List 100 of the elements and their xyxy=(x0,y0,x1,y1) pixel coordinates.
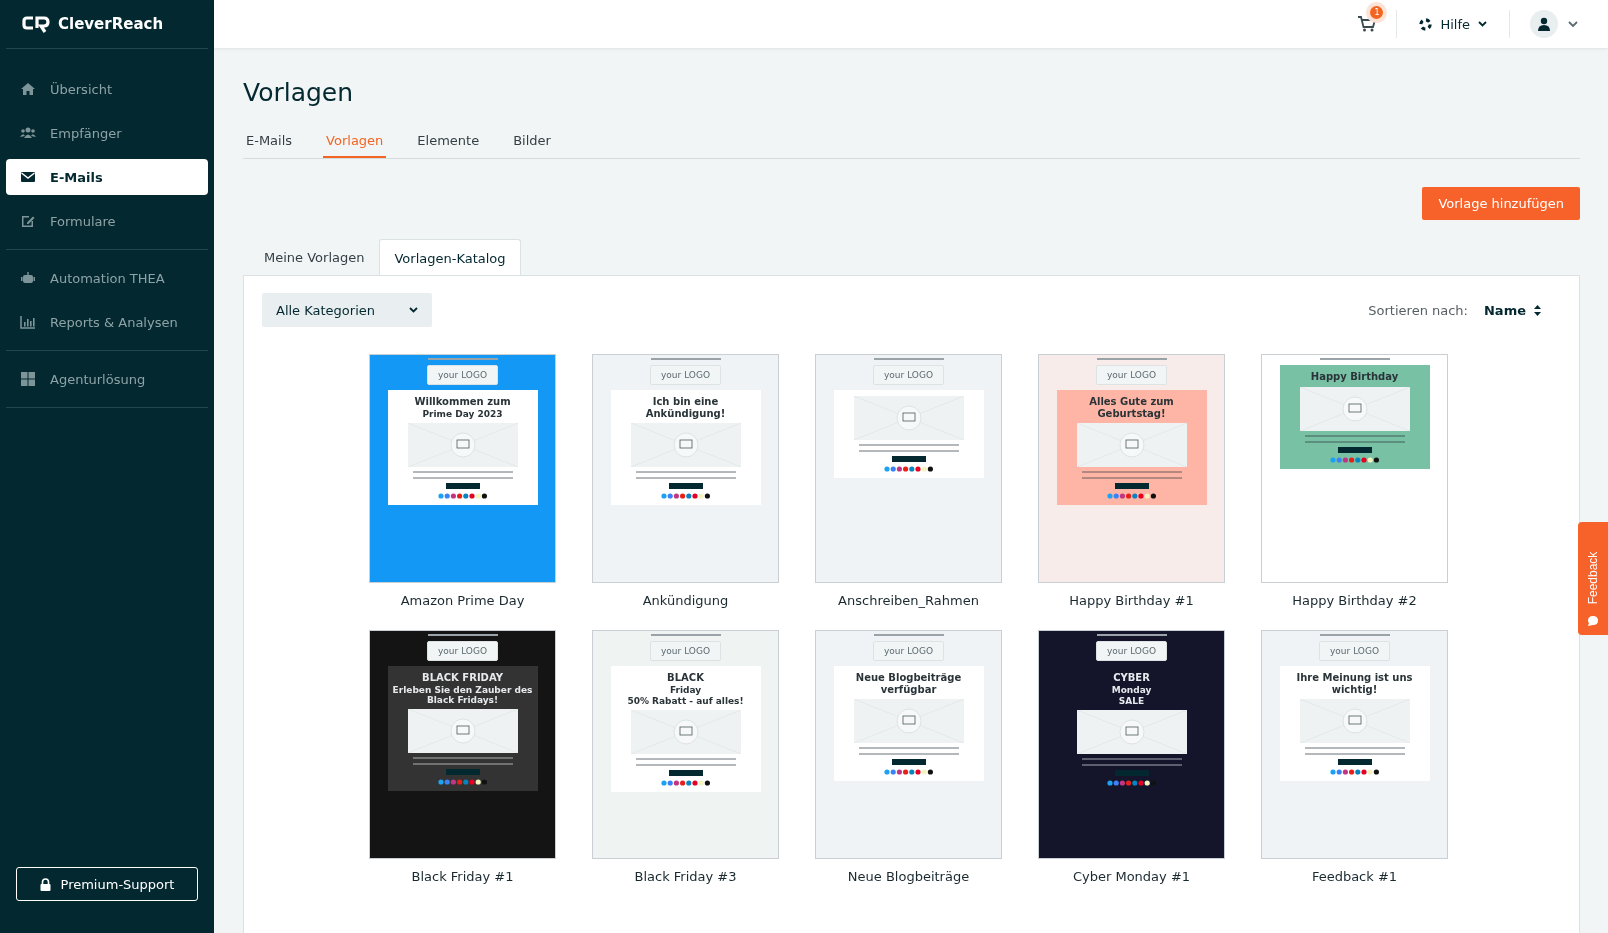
cta-placeholder xyxy=(891,456,926,462)
sidebar-item[interactable]: Empfänger xyxy=(6,115,208,151)
email-heading: SALE xyxy=(1118,695,1145,707)
chevron-down-icon xyxy=(1478,21,1487,27)
sidebar-item[interactable]: Übersicht xyxy=(6,71,208,107)
sort-icon xyxy=(1534,304,1541,316)
social-icons-drawing xyxy=(1329,456,1380,463)
notice-line xyxy=(873,358,944,360)
social-icons-drawing xyxy=(437,492,488,499)
email-heading: BLACK FRIDAY xyxy=(422,672,503,684)
social-icons-drawing xyxy=(1329,769,1380,775)
template-name: Anschreiben_Rahmen xyxy=(838,593,979,608)
email-heading: Monday xyxy=(1111,684,1152,695)
premium-support-button[interactable]: Premium-Support xyxy=(16,867,198,901)
tab[interactable]: Bilder xyxy=(510,133,554,158)
logo-placeholder: your LOGO xyxy=(1096,641,1167,661)
sidebar-item[interactable]: E-Mails xyxy=(6,159,208,195)
logo-placeholder: your LOGO xyxy=(427,365,498,385)
logo-placeholder: your LOGO xyxy=(650,365,721,385)
template-name: Black Friday #3 xyxy=(634,869,737,884)
cta-placeholder xyxy=(445,769,480,776)
notice-line xyxy=(1096,358,1167,360)
notice-line xyxy=(1319,634,1390,636)
email-heading: Friday xyxy=(669,684,702,695)
logo-placeholder: your LOGO xyxy=(650,641,721,661)
logo-placeholder: your LOGO xyxy=(873,365,944,385)
logo-placeholder: your LOGO xyxy=(427,641,498,661)
social-icons-drawing xyxy=(1106,780,1157,787)
notice-line xyxy=(650,358,721,360)
social-icons-drawing xyxy=(883,466,934,472)
logo-icon xyxy=(22,14,50,34)
tab[interactable]: Elemente xyxy=(414,133,483,158)
template-card[interactable]: your LOGO BLACK Friday 50% Rabatt - auf alles! Black Friday #3 xyxy=(592,630,779,884)
lock-icon xyxy=(39,877,51,891)
social-icons-drawing xyxy=(660,780,711,787)
logo-placeholder: your LOGO xyxy=(873,641,944,661)
notice-line xyxy=(1096,634,1167,636)
tab[interactable]: Meine Vorlagen xyxy=(249,239,380,275)
social-icons-drawing xyxy=(660,493,711,499)
template-name: Ankündigung xyxy=(642,593,729,608)
cta-placeholder xyxy=(668,483,703,489)
cta-placeholder xyxy=(1337,446,1372,453)
brand-name: CleverReach xyxy=(58,15,164,33)
sort-dropdown[interactable]: Name xyxy=(1478,301,1547,319)
home-icon xyxy=(20,81,36,97)
notice-line xyxy=(1319,358,1390,360)
template-name: Happy Birthday #2 xyxy=(1292,593,1417,608)
template-card[interactable]: your LOGO BLACK FRIDAY Erleben Sie den Zauber des Black Fridays! Black Friday #1 xyxy=(369,630,556,884)
logo-placeholder: your LOGO xyxy=(1319,641,1390,661)
users-icon xyxy=(20,125,36,141)
template-card[interactable]: your LOGO Ich bin eine Ankündigung! Ankündigung xyxy=(592,354,779,608)
sidebar-item[interactable]: Reports & Analysen xyxy=(6,304,208,340)
cart-icon[interactable] xyxy=(1358,16,1377,32)
cta-placeholder xyxy=(1114,483,1149,489)
email-heading: Willkommen zum xyxy=(414,396,511,408)
logo-placeholder: your LOGO xyxy=(1096,365,1167,385)
envelope-icon xyxy=(20,169,36,185)
template-card[interactable]: your LOGO Alles Gute zum Geburtstag! Happy Birthday #1 xyxy=(1038,354,1225,608)
social-icons-drawing xyxy=(883,769,934,775)
social-icons-drawing xyxy=(437,779,488,786)
social-icons-drawing xyxy=(1106,493,1157,499)
help-menu[interactable]: Hilfe xyxy=(1397,10,1510,38)
notice-line xyxy=(427,634,498,636)
template-name: Neue Blogbeiträge xyxy=(847,869,970,884)
sidebar-item[interactable]: Automation THEA xyxy=(6,260,208,296)
notice-line xyxy=(650,634,721,636)
page-title: Vorlagen xyxy=(243,78,355,107)
notice-line xyxy=(427,358,498,360)
template-card[interactable]: your LOGO Neue Blogbeiträge verfügbar Neue Blogbeiträge xyxy=(815,630,1002,884)
tab[interactable]: E-Mails xyxy=(243,133,296,158)
template-card[interactable]: your LOGO Ihre Meinung ist uns wichtig! Feedback #1 xyxy=(1261,630,1448,884)
cta-placeholder xyxy=(1337,759,1372,765)
template-name: Happy Birthday #1 xyxy=(1069,593,1194,608)
email-heading: BLACK xyxy=(667,672,704,684)
template-card[interactable]: Happy Birthday Happy Birthday #2 xyxy=(1261,354,1448,608)
cart-count-badge: 1 xyxy=(1370,6,1384,19)
email-heading: 50% Rabatt - auf alles! xyxy=(627,695,744,707)
template-name: Amazon Prime Day xyxy=(400,593,525,608)
bar-chart-icon xyxy=(20,314,36,330)
cta-placeholder xyxy=(891,759,926,765)
robot-icon xyxy=(20,270,36,286)
email-heading: Ich bin eine Ankündigung! xyxy=(644,396,727,419)
template-name: Black Friday #1 xyxy=(411,869,514,884)
grid-icon xyxy=(20,371,36,387)
chat-bubble-icon xyxy=(1587,615,1599,627)
email-heading: CYBER xyxy=(1113,672,1150,684)
email-heading: Neue Blogbeiträge verfügbar xyxy=(854,672,963,695)
sidebar-item[interactable]: Agenturlösung xyxy=(6,361,208,397)
template-card[interactable]: your LOGO CYBER Monday SALE Cyber Monday #1 xyxy=(1038,630,1225,884)
email-heading: Alles Gute zum Geburtstag! xyxy=(1088,396,1175,419)
tab[interactable]: Vorlagen-Katalog xyxy=(379,239,521,276)
chevron-down-icon xyxy=(1568,20,1578,28)
sidebar-item[interactable]: Formulare xyxy=(6,203,208,239)
user-icon xyxy=(1537,17,1551,31)
template-card[interactable]: your LOGO Anschreiben_Rahmen xyxy=(815,354,1002,608)
edit-icon xyxy=(20,213,36,229)
category-dropdown[interactable]: Alle Kategorien xyxy=(262,293,432,327)
email-heading: Happy Birthday xyxy=(1310,371,1399,383)
cta-placeholder xyxy=(445,482,480,489)
template-card[interactable]: your LOGO Willkommen zum Prime Day 2023 Amazon Prime Day xyxy=(369,354,556,608)
